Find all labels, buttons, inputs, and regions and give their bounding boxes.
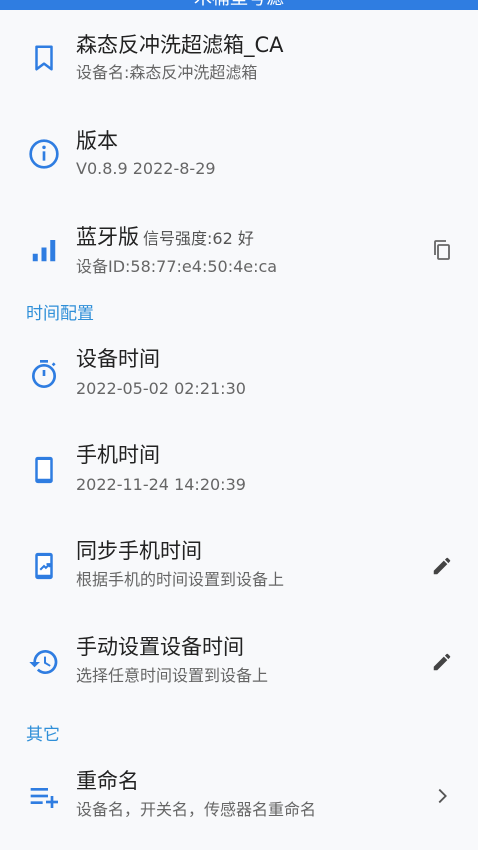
- section-header-time: 时间配置: [26, 304, 94, 324]
- edit-pencil-icon[interactable]: [428, 552, 456, 580]
- version-title: 版本: [76, 129, 118, 153]
- phone-time-title: 手机时间: [76, 443, 160, 467]
- title-bar-text: 木桶型号滤: [0, 0, 478, 8]
- manual-set-time-subtitle: 选择任意时间设置到设备上: [76, 666, 269, 685]
- title-bar: 木桶型号滤: [0, 0, 478, 10]
- playlist-add-icon: [26, 778, 62, 814]
- phone-sync-icon: [26, 548, 62, 584]
- bluetooth-subtitle: 设备ID:58:77:e4:50:4e:ca: [76, 257, 278, 276]
- sync-phone-time-subtitle: 根据手机的时间设置到设备上: [76, 570, 285, 589]
- rename-subtitle: 设备名，开关名，传感器名重命名: [76, 800, 317, 819]
- manual-set-time-title: 手动设置设备时间: [76, 635, 244, 659]
- section-header-other: 其它: [26, 725, 60, 745]
- device-title: 森态反冲洗超滤箱_CA: [76, 33, 284, 57]
- rename-row[interactable]: 重命名 设备名，开关名，传感器名重命名: [0, 748, 478, 844]
- bluetooth-title: 蓝牙版 信号强度:62 好: [76, 224, 254, 252]
- bluetooth-row[interactable]: 蓝牙版 信号强度:62 好 设备ID:58:77:e4:50:4e:ca: [0, 202, 478, 298]
- info-icon: [26, 136, 62, 172]
- copy-icon[interactable]: [428, 236, 456, 264]
- manual-set-time-row[interactable]: 手动设置设备时间 选择任意时间设置到设备上: [0, 614, 478, 710]
- sync-phone-time-title: 同步手机时间: [76, 539, 202, 563]
- chevron-right-icon[interactable]: [428, 782, 456, 810]
- timer-icon: [26, 356, 62, 392]
- rename-title: 重命名: [76, 769, 139, 793]
- signal-strength: 信号强度:62 好: [143, 229, 254, 248]
- sync-phone-time-row[interactable]: 同步手机时间 根据手机的时间设置到设备上: [0, 518, 478, 614]
- signal-bars-icon: [26, 232, 62, 268]
- version-row[interactable]: 版本 V0.8.9 2022-8-29: [0, 106, 478, 202]
- history-icon: [26, 644, 62, 680]
- phone-icon: [26, 452, 62, 488]
- edit-pencil-icon[interactable]: [428, 648, 456, 676]
- device-subtitle: 设备名:森态反冲洗超滤箱: [76, 63, 258, 82]
- phone-time-value: 2022-11-24 14:20:39: [76, 475, 246, 494]
- phone-time-row[interactable]: 手机时间 2022-11-24 14:20:39: [0, 422, 478, 518]
- bluetooth-label: 蓝牙版: [76, 225, 139, 249]
- device-name-row[interactable]: 森态反冲洗超滤箱_CA 设备名:森态反冲洗超滤箱: [0, 10, 478, 106]
- bookmark-icon: [26, 40, 62, 76]
- device-time-row[interactable]: 设备时间 2022-05-02 02:21:30: [0, 326, 478, 422]
- device-time-value: 2022-05-02 02:21:30: [76, 379, 246, 398]
- version-subtitle: V0.8.9 2022-8-29: [76, 159, 216, 178]
- device-time-title: 设备时间: [76, 347, 160, 371]
